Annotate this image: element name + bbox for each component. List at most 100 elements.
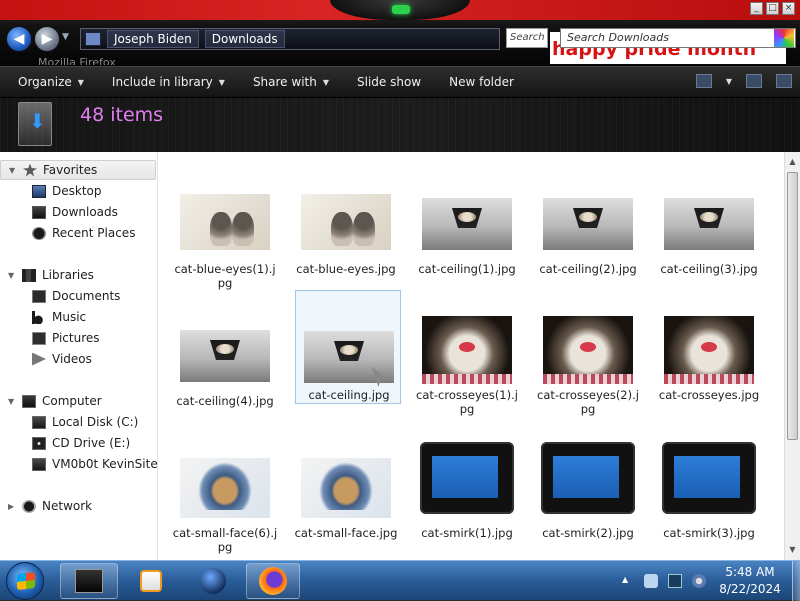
- chevron-down-icon: ▼: [322, 77, 329, 87]
- nav-label: Pictures: [52, 331, 100, 345]
- file-thumbnail: [301, 194, 391, 250]
- include-in-library-button[interactable]: Include in library ▼: [98, 67, 239, 97]
- preview-pane-icon[interactable]: [746, 74, 762, 88]
- scroll-thumb[interactable]: [787, 172, 798, 440]
- documents-icon: [32, 289, 46, 303]
- minimize-button[interactable]: _: [750, 2, 763, 15]
- change-view-icon[interactable]: [695, 74, 712, 88]
- downloads-folder-icon: ⬇: [18, 102, 52, 146]
- nav-desktop[interactable]: Desktop: [0, 181, 158, 201]
- expand-icon[interactable]: ▶: [8, 502, 14, 511]
- nav-documents[interactable]: Documents: [0, 286, 158, 306]
- clock-time[interactable]: 5:48 AM: [712, 565, 788, 579]
- scroll-up-icon[interactable]: ▲: [785, 154, 800, 170]
- view-controls: ▼: [695, 74, 792, 88]
- file-item[interactable]: cat-ceiling(4).jpg: [172, 322, 278, 438]
- address-bar[interactable]: Joseph Biden Downloads: [80, 28, 500, 50]
- slideshow-label: Slide show: [357, 75, 422, 89]
- libraries-icon: [22, 268, 36, 282]
- search-icon[interactable]: [774, 29, 794, 47]
- search-input[interactable]: Search Downloads: [560, 28, 796, 48]
- nav-pictures[interactable]: Pictures: [0, 328, 158, 348]
- start-button[interactable]: [6, 562, 44, 600]
- show-desktop-button[interactable]: [792, 561, 800, 601]
- breadcrumb-downloads[interactable]: Downloads: [204, 30, 285, 48]
- organize-button[interactable]: Organize ▼: [0, 67, 98, 97]
- nav-libraries[interactable]: ▼ Libraries: [0, 265, 158, 285]
- file-item[interactable]: cat-small-face(6).jpg: [172, 454, 278, 560]
- file-thumbnail: [180, 458, 270, 518]
- organize-label: Organize: [18, 75, 72, 89]
- nav-recent-places[interactable]: Recent Places: [0, 223, 158, 243]
- cd-drive-icon: [32, 436, 46, 450]
- computer-icon: [85, 32, 101, 46]
- expand-icon[interactable]: ▼: [8, 271, 14, 280]
- slide-show-button[interactable]: Slide show: [343, 67, 435, 97]
- file-name: cat-small-face(6).jpg: [172, 526, 278, 554]
- file-item[interactable]: cat-ceiling(1).jpg: [414, 190, 520, 306]
- file-item-selected[interactable]: cat-ceiling.jpg: [295, 290, 401, 404]
- window-ghost-title: Mozilla Firefox: [38, 56, 116, 66]
- taskbar-media-player[interactable]: [122, 563, 180, 599]
- clock-date[interactable]: 8/22/2024: [712, 582, 788, 596]
- chevron-down-icon: ▼: [218, 77, 225, 87]
- file-item[interactable]: cat-ceiling(2).jpg: [535, 190, 641, 306]
- tray-network-icon[interactable]: [644, 574, 658, 588]
- nav-kevinsite[interactable]: VM0b0t KevinSite: [0, 454, 158, 474]
- file-item[interactable]: cat-smirk(2).jpg: [535, 442, 641, 558]
- nav-label: Computer: [42, 394, 102, 408]
- expand-icon[interactable]: ▼: [9, 166, 15, 175]
- view-dropdown-icon[interactable]: ▼: [726, 77, 732, 86]
- taskbar-explorer[interactable]: [60, 563, 118, 599]
- file-thumbnail: [543, 198, 633, 250]
- forward-button[interactable]: ▶: [34, 26, 60, 52]
- expand-icon[interactable]: ▼: [8, 397, 14, 406]
- nav-cd-drive[interactable]: CD Drive (E:): [0, 433, 158, 453]
- file-item[interactable]: cat-smirk(3).jpg: [656, 442, 762, 558]
- share-with-button[interactable]: Share with ▼: [239, 67, 343, 97]
- videos-icon: [32, 352, 46, 366]
- file-thumbnail: [543, 316, 633, 384]
- firefox-icon: [259, 567, 287, 595]
- nav-label: Favorites: [43, 163, 98, 177]
- star-icon: [23, 163, 37, 177]
- nav-computer[interactable]: ▼ Computer: [0, 391, 158, 411]
- nav-videos[interactable]: Videos: [0, 349, 158, 369]
- show-hidden-icons[interactable]: ▲: [622, 575, 628, 584]
- address-search-chip[interactable]: Search: [506, 28, 548, 48]
- scroll-down-icon[interactable]: ▼: [785, 542, 800, 558]
- file-item[interactable]: cat-smirk(1).jpg: [414, 442, 520, 558]
- file-item[interactable]: cat-crosseyes(1).jpg: [414, 314, 520, 430]
- back-button[interactable]: ◀: [6, 26, 32, 52]
- nav-label: Videos: [52, 352, 92, 366]
- file-item[interactable]: cat-ceiling(3).jpg: [656, 190, 762, 306]
- nav-music[interactable]: Music: [0, 307, 158, 327]
- nav-downloads[interactable]: Downloads: [0, 202, 158, 222]
- taskbar-globe[interactable]: [184, 563, 242, 599]
- breadcrumb-user[interactable]: Joseph Biden: [107, 30, 199, 48]
- file-name: cat-blue-eyes.jpg: [296, 262, 396, 276]
- file-item[interactable]: cat-crosseyes(2).jpg: [535, 314, 641, 430]
- file-item[interactable]: cat-blue-eyes(1).jpg: [172, 190, 278, 306]
- new-folder-button[interactable]: New folder: [435, 67, 528, 97]
- help-icon[interactable]: [776, 74, 792, 88]
- file-thumbnail: [180, 194, 270, 250]
- file-name: cat-ceiling(3).jpg: [660, 262, 758, 276]
- nav-label: Libraries: [42, 268, 94, 282]
- file-item[interactable]: cat-small-face.jpg: [293, 454, 399, 560]
- maximize-button[interactable]: □: [766, 2, 779, 15]
- history-dropdown-icon[interactable]: ▼: [62, 32, 69, 42]
- nav-network[interactable]: ▶ Network: [0, 496, 158, 516]
- nav-local-disk[interactable]: Local Disk (C:): [0, 412, 158, 432]
- file-item[interactable]: cat-blue-eyes.jpg: [293, 190, 399, 306]
- nav-favorites[interactable]: ▼ Favorites: [0, 160, 156, 180]
- tray-volume-icon[interactable]: [692, 574, 706, 588]
- file-thumbnail: [180, 330, 270, 382]
- hard-drive-icon: [32, 415, 46, 429]
- tray-monitor-icon[interactable]: [668, 574, 682, 588]
- vertical-scrollbar[interactable]: ▲ ▼: [784, 152, 800, 560]
- file-name: cat-ceiling.jpg: [308, 388, 390, 402]
- close-button[interactable]: ×: [782, 2, 795, 15]
- file-item[interactable]: cat-crosseyes.jpg: [656, 314, 762, 430]
- taskbar-firefox[interactable]: [246, 563, 300, 599]
